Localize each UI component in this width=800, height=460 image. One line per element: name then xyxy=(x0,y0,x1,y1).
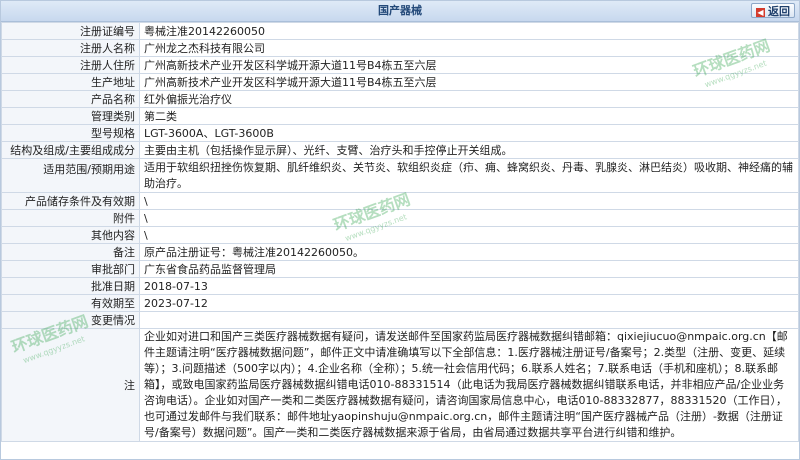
back-button[interactable]: ◀ 返回 xyxy=(751,3,795,18)
table-row: 附件 \ xyxy=(1,209,799,227)
field-label: 备注 xyxy=(1,243,140,261)
table-row: 管理类别 第二类 xyxy=(1,107,799,125)
table-row: 适用范围/预期用途 适用于软组织扭挫伤恢复期、肌纤维织炎、关节炎、软组织炎症（疖、… xyxy=(1,158,799,193)
field-label: 审批部门 xyxy=(1,260,140,278)
field-value: 广州龙之杰科技有限公司 xyxy=(139,39,799,57)
field-value: 广东省食品药品监督管理局 xyxy=(139,260,799,278)
table-row: 备注 原产品注册证号：粤械注准20142260050。 xyxy=(1,243,799,261)
field-label: 注册人住所 xyxy=(1,56,140,74)
field-label: 型号规格 xyxy=(1,124,140,142)
field-label: 产品储存条件及有效期 xyxy=(1,192,140,210)
table-row: 审批部门 广东省食品药品监督管理局 xyxy=(1,260,799,278)
device-detail-panel: 国产器械 ◀ 返回 注册证编号 粤械注准20142260050 注册人名称 广州龙之杰… xyxy=(0,0,800,460)
field-label: 生产地址 xyxy=(1,73,140,91)
field-value: 2023-07-12 xyxy=(139,294,799,312)
field-value: 主要由主机（包括操作显示屏）、光纤、支臂、治疗头和手控停止开关组成。 xyxy=(139,141,799,159)
note-text: 企业如对进口和国产三类医疗器械数据有疑问，请发送邮件至国家药监局医疗器械数据纠错… xyxy=(139,328,799,442)
note-row: 注企业如对进口和国产三类医疗器械数据有疑问，请发送邮件至国家药监局医疗器械数据纠… xyxy=(1,328,799,442)
back-arrow-icon: ◀ xyxy=(756,7,765,17)
field-label: 结构及组成/主要组成成分 xyxy=(1,141,140,159)
table-row: 生产地址 广州高新技术产业开发区科学城开源大道11号B4栋五至六层 xyxy=(1,73,799,91)
field-label: 附件 xyxy=(1,209,140,227)
field-value: \ xyxy=(139,226,799,244)
field-label: 产品名称 xyxy=(1,90,140,108)
field-label: 变更情况 xyxy=(1,311,140,329)
field-value: 原产品注册证号：粤械注准20142260050。 xyxy=(139,243,799,261)
page-title: 国产器械 xyxy=(378,4,422,17)
field-label: 管理类别 xyxy=(1,107,140,125)
table-row: 注册人住所 广州高新技术产业开发区科学城开源大道11号B4栋五至六层 xyxy=(1,56,799,74)
title-bar: 国产器械 ◀ 返回 xyxy=(1,1,799,22)
table-row: 注册人名称 广州龙之杰科技有限公司 xyxy=(1,39,799,57)
field-value: 广州高新技术产业开发区科学城开源大道11号B4栋五至六层 xyxy=(139,56,799,74)
field-value xyxy=(139,311,799,329)
field-label: 适用范围/预期用途 xyxy=(1,158,140,193)
field-value: 2018-07-13 xyxy=(139,277,799,295)
field-value: LGT-3600A、LGT-3600B xyxy=(139,124,799,142)
field-value: 第二类 xyxy=(139,107,799,125)
field-label: 批准日期 xyxy=(1,277,140,295)
field-label: 注册证编号 xyxy=(1,22,140,40)
field-value: \ xyxy=(139,192,799,210)
back-button-label: 返回 xyxy=(768,5,790,18)
field-value: 红外偏振光治疗仪 xyxy=(139,90,799,108)
field-label: 其他内容 xyxy=(1,226,140,244)
table-row: 结构及组成/主要组成成分 主要由主机（包括操作显示屏）、光纤、支臂、治疗头和手控停… xyxy=(1,141,799,159)
field-label: 注册人名称 xyxy=(1,39,140,57)
field-value: \ xyxy=(139,209,799,227)
table-row: 有效期至 2023-07-12 xyxy=(1,294,799,312)
field-value: 粤械注准20142260050 xyxy=(139,22,799,40)
note-label: 注 xyxy=(1,328,140,442)
field-value: 广州高新技术产业开发区科学城开源大道11号B4栋五至六层 xyxy=(139,73,799,91)
info-table: 注册证编号 粤械注准20142260050 注册人名称 广州龙之杰科技有限公司 注册… xyxy=(1,22,799,442)
table-row: 产品名称 红外偏振光治疗仪 xyxy=(1,90,799,108)
table-row: 注册证编号 粤械注准20142260050 xyxy=(1,22,799,40)
table-row: 变更情况 xyxy=(1,311,799,329)
field-label: 有效期至 xyxy=(1,294,140,312)
table-row: 批准日期 2018-07-13 xyxy=(1,277,799,295)
field-value: 适用于软组织扭挫伤恢复期、肌纤维织炎、关节炎、软组织炎症（疖、痈、蜂窝织炎、丹毒… xyxy=(139,158,799,193)
table-row: 产品储存条件及有效期 \ xyxy=(1,192,799,210)
table-row: 型号规格 LGT-3600A、LGT-3600B xyxy=(1,124,799,142)
table-row: 其他内容 \ xyxy=(1,226,799,244)
